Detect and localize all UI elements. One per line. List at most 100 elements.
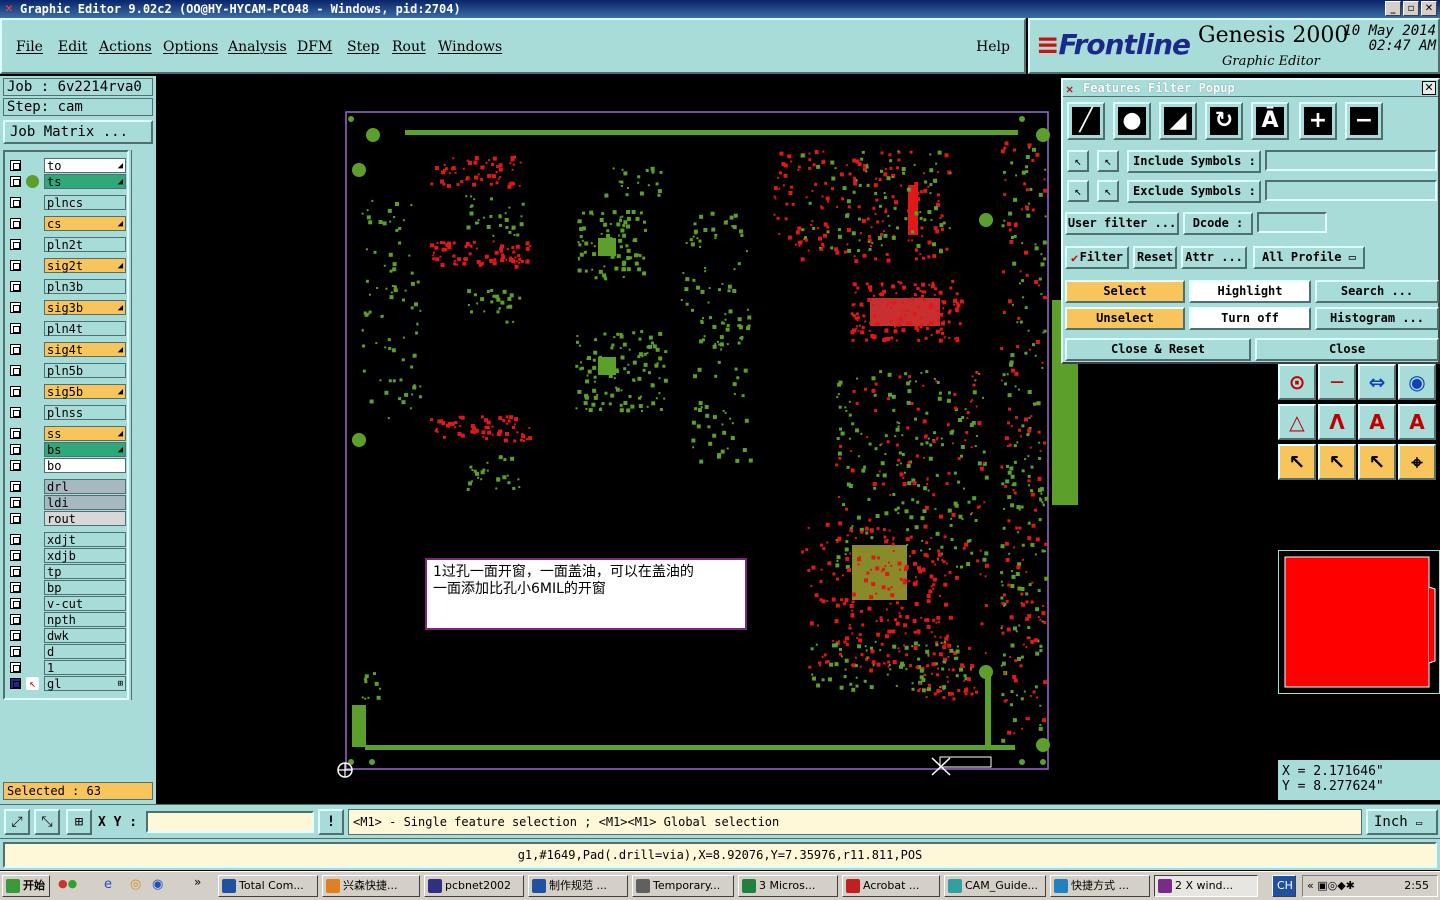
layer-checkbox[interactable] <box>10 428 21 439</box>
layer-name[interactable]: gl ⊞ <box>44 676 126 691</box>
media-icon[interactable]: ◉ <box>152 877 163 892</box>
layer-list-scrollbar[interactable] <box>131 150 153 700</box>
snap-tool-icon[interactable]: ⊙ <box>1278 364 1316 400</box>
menu-windows[interactable]: Windows <box>438 39 502 55</box>
layer-checkbox[interactable] <box>10 497 21 508</box>
layer-name[interactable]: dwk <box>44 628 126 643</box>
measure-line-icon[interactable]: ─ <box>1318 364 1356 400</box>
taskbar-item[interactable]: 制作规范 ... <box>528 875 628 897</box>
angle-snap-icon[interactable]: A <box>1398 404 1436 440</box>
search-button[interactable]: Search ... <box>1315 280 1439 303</box>
layer-checkbox[interactable] <box>10 630 21 641</box>
layer-row[interactable]: drl <box>8 479 126 494</box>
include-symbols-input[interactable] <box>1265 150 1437 171</box>
attr-button[interactable]: Attr ... <box>1181 246 1247 269</box>
taskbar-item[interactable]: Total Com... <box>218 875 318 897</box>
layer-row[interactable]: sig3b ◢ <box>8 300 126 315</box>
layer-name[interactable]: npth <box>44 612 126 627</box>
layer-checkbox[interactable] <box>10 281 21 292</box>
taskbar-item[interactable]: CAM_Guide... <box>944 875 1046 897</box>
layer-row[interactable]: sig2t ◢ <box>8 258 126 273</box>
layer-name[interactable]: xdjt <box>44 532 126 547</box>
include-pick-icon[interactable]: ↖ <box>1067 150 1089 172</box>
layer-row[interactable]: pln3b <box>8 279 126 294</box>
turn-off-button[interactable]: Turn off <box>1189 307 1311 330</box>
pointer-multi-icon[interactable]: ↖ <box>1358 444 1396 480</box>
layer-checkbox[interactable] <box>10 678 21 689</box>
layer-checkbox[interactable] <box>10 407 21 418</box>
layer-row[interactable]: pln4t <box>8 321 126 336</box>
layer-row[interactable]: ldi <box>8 495 126 510</box>
layer-name[interactable]: sig2t ◢ <box>44 258 126 273</box>
layer-name[interactable]: pln5b <box>44 363 126 378</box>
layer-name[interactable]: bo <box>44 458 126 473</box>
layer-row[interactable]: ss ◢ <box>8 426 126 441</box>
layer-name[interactable]: ldi <box>44 495 126 510</box>
menu-edit[interactable]: Edit <box>58 39 87 55</box>
taskbar-item[interactable]: Temporary... <box>632 875 734 897</box>
menu-step[interactable]: Step <box>347 39 379 55</box>
layer-name[interactable]: 1 <box>44 660 126 675</box>
surface-tool[interactable]: ◢ <box>1159 102 1197 140</box>
triangle-tool-icon[interactable]: △ <box>1278 404 1316 440</box>
close-button[interactable]: ✕ <box>1421 1 1437 16</box>
layer-checkbox[interactable] <box>10 582 21 593</box>
outlook-icon[interactable]: ◎ <box>130 877 141 892</box>
ie-icon[interactable]: e <box>104 877 112 892</box>
layer-name[interactable]: pln4t <box>44 321 126 336</box>
menu-rout[interactable]: Rout <box>392 39 426 55</box>
menu-actions[interactable]: Actions <box>99 39 152 55</box>
profile-dropdown[interactable]: All Profile ▭ <box>1253 246 1365 269</box>
board-overview[interactable] <box>1278 550 1440 694</box>
layer-row[interactable]: ↖ gl ⊞ <box>8 676 126 691</box>
layer-row[interactable]: sig5b ◢ <box>8 384 126 399</box>
layer-checkbox[interactable] <box>10 550 21 561</box>
layer-row[interactable]: pln2t <box>8 237 126 252</box>
taskbar-item[interactable]: 3 Micros... <box>738 875 838 897</box>
menu-options[interactable]: Options <box>163 39 218 55</box>
layer-name[interactable]: v-cut <box>44 596 126 611</box>
layer-name[interactable]: cs ◢ <box>44 216 126 231</box>
layer-row[interactable]: tp <box>8 564 126 579</box>
layer-name[interactable]: plncs <box>44 195 126 210</box>
layer-name[interactable]: plnss <box>44 405 126 420</box>
layer-row[interactable]: to ◢ <box>8 158 126 173</box>
line-tool[interactable]: ╱ <box>1067 102 1105 140</box>
layer-row[interactable]: sig4t ◢ <box>8 342 126 357</box>
layer-name[interactable]: d <box>44 644 126 659</box>
layer-row[interactable]: ts ◢ <box>8 174 126 189</box>
layer-checkbox[interactable] <box>10 323 21 334</box>
layer-checkbox[interactable] <box>10 646 21 657</box>
taskbar-item[interactable]: 兴森快捷... <box>322 875 420 897</box>
layer-name[interactable]: to ◢ <box>44 158 126 173</box>
zoom-area-icon[interactable]: ⤡ <box>34 809 60 835</box>
unit-select[interactable]: Inch ▭ <box>1366 809 1438 835</box>
menu-analysis[interactable]: Analysis <box>228 39 287 55</box>
layer-checkbox[interactable] <box>10 513 21 524</box>
layer-name[interactable]: drl <box>44 479 126 494</box>
exclude-pick2-icon[interactable]: ↖ <box>1097 180 1119 202</box>
layer-checkbox[interactable] <box>10 302 21 313</box>
text-tool[interactable]: Ā <box>1251 102 1289 140</box>
positive-tool[interactable]: + <box>1299 102 1337 140</box>
layer-row[interactable]: cs ◢ <box>8 216 126 231</box>
layer-checkbox[interactable] <box>10 386 21 397</box>
layer-checkbox[interactable] <box>10 176 21 187</box>
layer-checkbox[interactable] <box>10 260 21 271</box>
layer-name[interactable]: sig5b ◢ <box>44 384 126 399</box>
layer-name[interactable]: sig3b ◢ <box>44 300 126 315</box>
layer-checkbox[interactable] <box>10 614 21 625</box>
highlight-button[interactable]: Highlight <box>1189 280 1311 303</box>
layer-checkbox[interactable] <box>10 365 21 376</box>
layer-name[interactable]: tp <box>44 564 126 579</box>
layer-checkbox[interactable] <box>10 598 21 609</box>
layer-name[interactable]: pln2t <box>44 237 126 252</box>
layer-checkbox[interactable] <box>10 344 21 355</box>
minimize-button[interactable]: _ <box>1385 1 1401 16</box>
taskbar-item[interactable]: Acrobat ... <box>842 875 940 897</box>
layer-row[interactable]: pln5b <box>8 363 126 378</box>
dcode-input[interactable] <box>1257 212 1327 233</box>
layer-checkbox[interactable] <box>10 662 21 673</box>
popup-close-icon[interactable]: ✕ <box>1422 81 1436 95</box>
xy-input[interactable] <box>146 811 314 833</box>
